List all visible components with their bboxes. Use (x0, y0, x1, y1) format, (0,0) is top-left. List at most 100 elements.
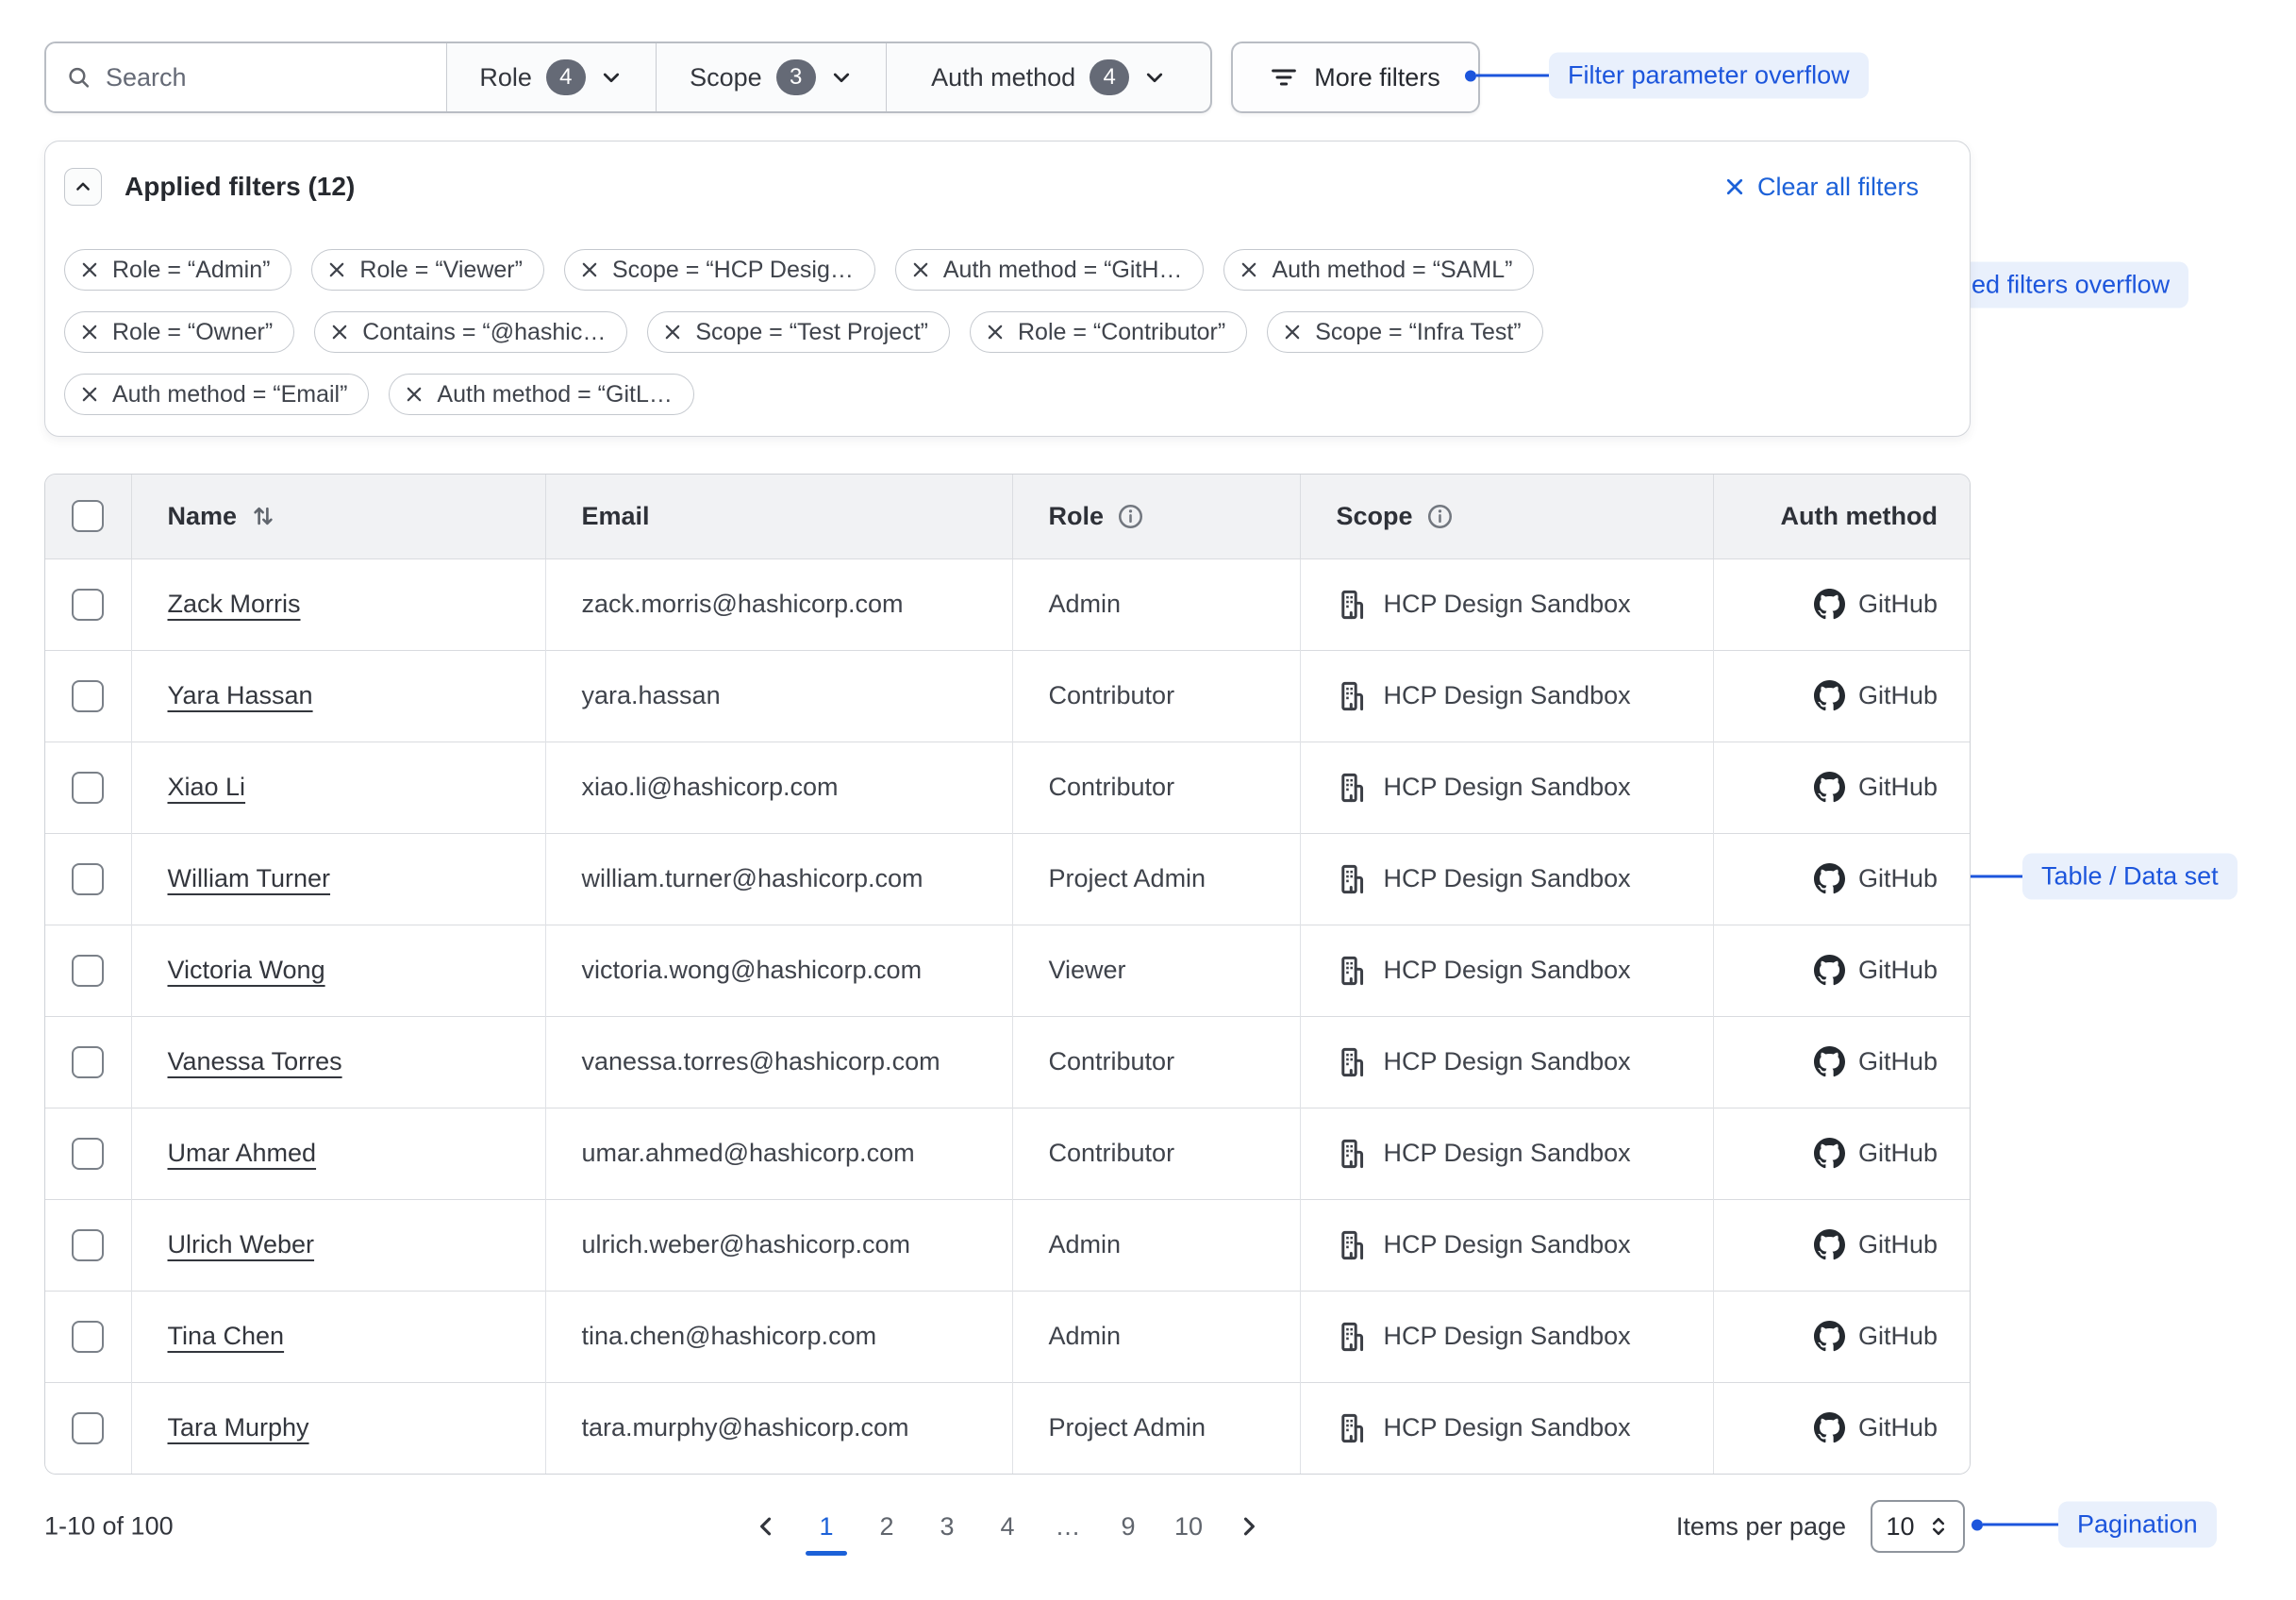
applied-filter-chip[interactable]: Auth method = “Email” (64, 374, 369, 415)
auth-method-cell: GitHub (1713, 833, 1971, 925)
github-icon (1814, 1321, 1845, 1352)
row-checkbox[interactable] (72, 1138, 104, 1170)
auth-method-cell: GitHub (1713, 1016, 1971, 1108)
user-name-link[interactable]: Xiao Li (168, 773, 246, 801)
applied-filter-chip[interactable]: Role = “Admin” (64, 249, 291, 291)
caret-up-down-icon (1927, 1515, 1950, 1538)
row-checkbox[interactable] (72, 1412, 104, 1444)
remove-filter-icon[interactable] (985, 322, 1006, 342)
page-button-3[interactable]: 3 (926, 1495, 968, 1558)
remove-filter-icon[interactable] (1282, 322, 1303, 342)
user-name-link[interactable]: Victoria Wong (168, 956, 325, 984)
applied-filter-chip[interactable]: Role = “Contributor” (970, 311, 1247, 353)
row-checkbox[interactable] (72, 589, 104, 621)
user-name-link[interactable]: Yara Hassan (168, 681, 313, 709)
row-checkbox[interactable] (72, 863, 104, 895)
scope-value: HCP Design Sandbox (1384, 1230, 1631, 1259)
row-checkbox[interactable] (72, 955, 104, 987)
sort-icon[interactable] (250, 503, 276, 529)
applied-filter-chip[interactable]: Scope = “Infra Test” (1267, 311, 1542, 353)
remove-filter-icon[interactable] (1239, 259, 1259, 280)
filter-dropdown-role[interactable]: Role 4 (447, 43, 657, 111)
applied-filter-chip[interactable]: Role = “Owner” (64, 311, 294, 353)
applied-filter-chip[interactable]: Auth method = “GitL… (389, 374, 693, 415)
user-name-link[interactable]: Umar Ahmed (168, 1139, 317, 1167)
remove-filter-icon[interactable] (404, 384, 424, 405)
role-value: Project Admin (1049, 864, 1206, 892)
name-cell: Vanessa Torres (131, 1016, 545, 1108)
page-button-10[interactable]: 10 (1168, 1495, 1209, 1558)
close-icon (1723, 175, 1746, 198)
remove-filter-icon[interactable] (326, 259, 347, 280)
select-all-cell (45, 475, 131, 558)
page-button-4[interactable]: 4 (987, 1495, 1028, 1558)
search-field[interactable] (46, 43, 447, 111)
user-name-link[interactable]: Tara Murphy (168, 1413, 309, 1442)
scope-cell: HCP Design Sandbox (1300, 1199, 1713, 1291)
more-filters-button[interactable]: More filters (1231, 42, 1480, 113)
remove-filter-icon[interactable] (329, 322, 350, 342)
select-all-checkbox[interactable] (72, 500, 104, 532)
page-button-1[interactable]: 1 (806, 1495, 847, 1558)
page-button-2[interactable]: 2 (866, 1495, 907, 1558)
github-icon (1814, 589, 1845, 620)
role-value: Contributor (1049, 681, 1175, 709)
applied-filters-panel: Applied filters (12) Clear all filters R… (44, 141, 1971, 437)
page-button-9[interactable]: 9 (1107, 1495, 1149, 1558)
filter-dropdown-scope[interactable]: Scope 3 (657, 43, 888, 111)
remove-filter-icon[interactable] (910, 259, 931, 280)
auth-method-value: GitHub (1858, 590, 1938, 619)
applied-filter-chip[interactable]: Role = “Viewer” (311, 249, 544, 291)
column-label: Scope (1337, 502, 1413, 531)
info-icon[interactable] (1117, 503, 1144, 530)
remove-filter-icon[interactable] (79, 322, 100, 342)
remove-filter-icon[interactable] (79, 259, 100, 280)
chip-label: Role = “Owner” (112, 319, 273, 346)
row-select-cell (45, 833, 131, 925)
previous-page-button[interactable] (745, 1495, 787, 1558)
filter-dropdown-auth-method[interactable]: Auth method 4 (887, 43, 1210, 111)
email-cell: tina.chen@hashicorp.com (545, 1291, 1012, 1382)
row-checkbox[interactable] (72, 1046, 104, 1078)
annotation-dot (1972, 1519, 1983, 1530)
applied-filter-chip[interactable]: Auth method = “GitH… (895, 249, 1205, 291)
github-icon (1814, 1046, 1845, 1077)
user-name-link[interactable]: Vanessa Torres (168, 1047, 342, 1075)
info-icon[interactable] (1426, 503, 1454, 530)
row-checkbox[interactable] (72, 1321, 104, 1353)
search-input[interactable] (106, 63, 425, 92)
next-page-button[interactable] (1228, 1495, 1270, 1558)
row-checkbox[interactable] (72, 680, 104, 712)
applied-filter-chip[interactable]: Contains = “@hashic… (314, 311, 627, 353)
applied-filter-chip[interactable]: Auth method = “SAML” (1223, 249, 1534, 291)
applied-filter-chip[interactable]: Scope = “Test Project” (647, 311, 950, 353)
auth-method-value: GitHub (1858, 956, 1938, 985)
clear-all-filters-button[interactable]: Clear all filters (1723, 173, 1919, 202)
user-name-link[interactable]: Tina Chen (168, 1322, 285, 1350)
collapse-applied-filters-button[interactable] (64, 168, 102, 206)
column-header-name[interactable]: Name (131, 475, 545, 558)
name-cell: Zack Morris (131, 558, 545, 650)
remove-filter-icon[interactable] (579, 259, 600, 280)
user-name-link[interactable]: Ulrich Weber (168, 1230, 315, 1258)
role-cell: Admin (1012, 1291, 1300, 1382)
name-cell: Tina Chen (131, 1291, 545, 1382)
user-name-link[interactable]: William Turner (168, 864, 331, 892)
github-icon (1814, 863, 1845, 894)
row-checkbox[interactable] (72, 1229, 104, 1261)
row-checkbox[interactable] (72, 772, 104, 804)
org-building-icon (1337, 1412, 1369, 1444)
scope-value: HCP Design Sandbox (1384, 864, 1631, 893)
remove-filter-icon[interactable] (79, 384, 100, 405)
role-cell: Contributor (1012, 1016, 1300, 1108)
email-value: victoria.wong@hashicorp.com (582, 956, 923, 984)
applied-filter-chip[interactable]: Scope = “HCP Desig… (564, 249, 875, 291)
email-value: xiao.li@hashicorp.com (582, 773, 839, 801)
applied-filters-header: Applied filters (12) Clear all filters (64, 168, 1943, 206)
user-name-link[interactable]: Zack Morris (168, 590, 301, 618)
column-header-role: Role (1012, 475, 1300, 558)
role-value: Admin (1049, 1322, 1122, 1350)
remove-filter-icon[interactable] (662, 322, 683, 342)
name-cell: Xiao Li (131, 742, 545, 833)
items-per-page-select[interactable]: 10 (1871, 1500, 1965, 1553)
